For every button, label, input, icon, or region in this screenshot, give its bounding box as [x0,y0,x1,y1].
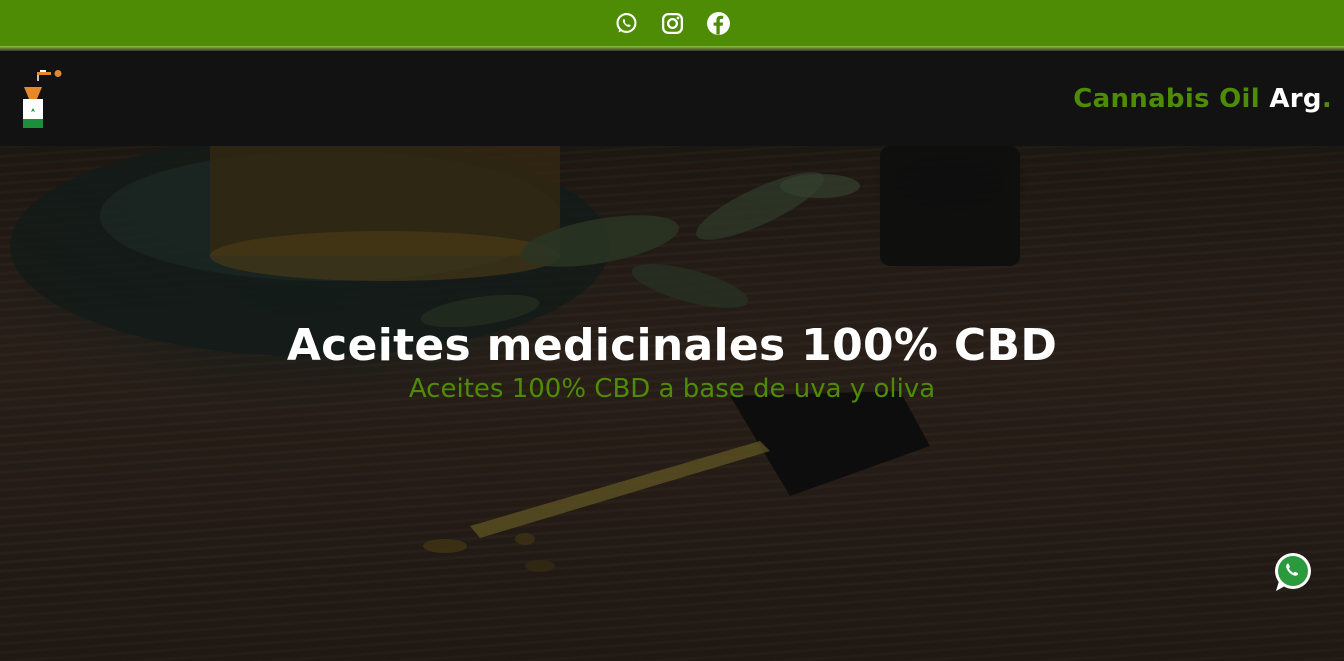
hero-banner: Aceites medicinales 100% CBD Aceites 100… [0,146,1344,661]
whatsapp-icon [1275,553,1311,591]
whatsapp-float-button[interactable] [1270,549,1316,595]
brand-name-suffix: Arg [1269,84,1322,114]
cbd-bottle-dropper-icon[interactable] [18,67,70,129]
social-topbar [0,0,1344,46]
whatsapp-icon[interactable] [613,10,639,36]
brand-name-dot: . [1321,84,1332,114]
navbar: Cannabis Oil Arg. [0,51,1344,146]
brand-name[interactable]: Cannabis Oil Arg. [1073,84,1332,114]
facebook-icon[interactable] [705,10,731,36]
brand-name-part: Cannabis Oil [1073,84,1270,114]
hero-title: Aceites medicinales 100% CBD [286,320,1058,371]
instagram-icon[interactable] [659,10,685,36]
hero-subtitle: Aceites 100% CBD a base de uva y oliva [408,374,936,404]
